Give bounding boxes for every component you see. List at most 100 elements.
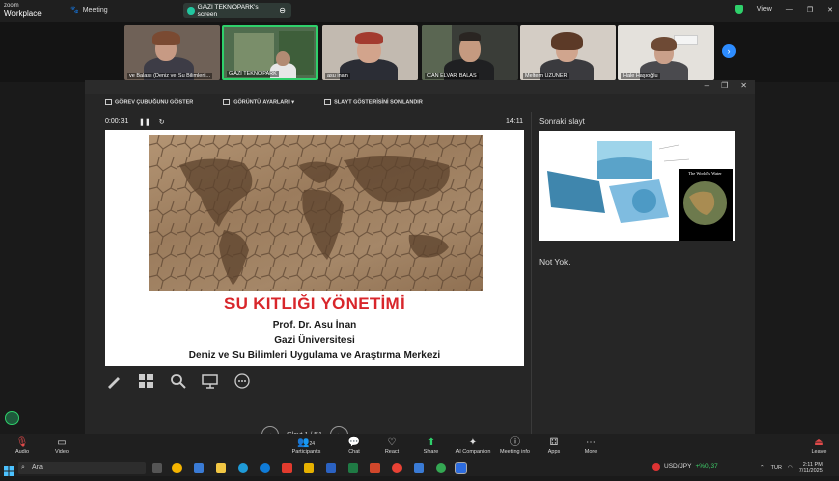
file-explorer-icon[interactable]: [216, 463, 226, 473]
leave-button[interactable]: ⏏ Leave: [807, 436, 831, 455]
screen-share-tab[interactable]: GAZI TEKNOPARK's screen ⊖: [183, 3, 291, 18]
pointer-icon[interactable]: [201, 372, 219, 390]
copilot-icon[interactable]: [172, 463, 182, 473]
timer-controls: ❚❚ ↻: [139, 118, 165, 126]
cracked-earth-map-image: [149, 135, 483, 291]
paw-icon: 🐾: [70, 7, 79, 14]
task-view-icon[interactable]: [152, 463, 162, 473]
meeting-info-button[interactable]: ⓘ Meeting info: [493, 436, 537, 455]
lang-indicator[interactable]: TUR: [771, 465, 782, 471]
store-icon[interactable]: [194, 463, 204, 473]
participants-button[interactable]: 👥24 Participants: [284, 436, 328, 455]
display-icon: [223, 98, 231, 105]
pen-icon[interactable]: [105, 372, 123, 390]
next-page-button[interactable]: ›: [722, 44, 736, 58]
participant-tile[interactable]: Hale Haşıoğlu: [618, 25, 714, 80]
close-icon[interactable]: ✕: [740, 81, 747, 90]
react-button[interactable]: ♡ React: [370, 436, 414, 455]
zoom-logo: zoom Workplace: [4, 3, 42, 18]
end-slideshow-button[interactable]: SLAYT GÖSTERİSİNİ SONLANDIR: [324, 98, 423, 105]
browser-icon[interactable]: [260, 463, 270, 473]
participant-tile-active[interactable]: GAZI TEKNOPARK: [222, 25, 318, 80]
system-clock[interactable]: 2:11 PM 7/11/2025: [799, 462, 823, 474]
slide-center: Deniz ve Su Bilimleri Uygulama ve Araştı…: [188, 350, 441, 361]
wifi-icon[interactable]: ◠: [788, 465, 793, 471]
participant-tile[interactable]: CAN ELVAR BALAS: [422, 25, 518, 80]
participant-tile[interactable]: ve Balası (Deniz ve Su Bilimleri...: [124, 25, 220, 80]
search-icon: ⌕: [21, 464, 25, 471]
participant-tile[interactable]: Meltem UZUNER: [520, 25, 616, 80]
current-slide: SU KITLIĞI YÖNETİMİ Prof. Dr. Asu İnan G…: [105, 130, 524, 366]
meeting-tab[interactable]: 🐾 Meeting: [70, 6, 108, 15]
slide-tools: [105, 372, 251, 390]
slideshow-icon: [324, 98, 332, 105]
slide-author: Prof. Dr. Asu İnan: [272, 320, 357, 331]
taskbar-search[interactable]: ⌕ Ara: [18, 462, 146, 474]
more-options-icon[interactable]: [233, 372, 251, 390]
chevron-up-icon[interactable]: ⌃: [760, 465, 765, 471]
leave-icon: ⏏: [814, 437, 824, 448]
people-icon: 👥24: [296, 437, 315, 448]
globe-caption: The World's Water: [688, 171, 722, 176]
window-controls: View — ❐ ✕: [734, 5, 833, 14]
participant-name: ve Balası (Deniz ve Su Bilimleri...: [127, 73, 212, 79]
folder-icon[interactable]: [304, 463, 314, 473]
presenter-title-bar: – ❐ ✕: [85, 80, 755, 94]
elapsed-timer: 0:00:31: [105, 118, 129, 125]
camera-icon: ▭: [57, 437, 67, 448]
minimize-icon[interactable]: –: [705, 81, 709, 90]
zoom-top-bar: zoom Workplace 🐾 Meeting GAZI TEKNOPARK'…: [0, 0, 839, 22]
display-settings-button[interactable]: GÖRÜNTÜ AYARLARI ▾: [223, 98, 294, 105]
all-slides-icon[interactable]: [137, 372, 155, 390]
restart-icon[interactable]: ↻: [159, 118, 165, 126]
zoom-meeting-toolbar: 🎙 Audio ▭ Video 👥24 Participants 💬 Chat ♡ Rea…: [0, 434, 839, 460]
maximize-icon[interactable]: ❐: [807, 6, 813, 14]
zoom-magnifier-icon[interactable]: [169, 372, 187, 390]
next-slide-label: Sonraki slayt: [539, 117, 585, 126]
audio-button[interactable]: 🎙 Audio: [0, 436, 44, 455]
close-icon[interactable]: ✕: [827, 6, 833, 14]
video-button[interactable]: ▭ Video: [40, 436, 84, 455]
share-button[interactable]: ⬆ Share: [409, 436, 453, 455]
info-icon: ⓘ: [510, 437, 520, 448]
participant-name: CAN ELVAR BALAS: [425, 73, 479, 79]
more-button[interactable]: ⋯ More: [569, 436, 613, 455]
presenter-toolbar: GÖREV ÇUBUĞUNU GÖSTER GÖRÜNTÜ AYARLARI ▾…: [85, 94, 755, 110]
chrome-icon[interactable]: [392, 463, 402, 473]
participant-name: GAZI TEKNOPARK: [227, 71, 279, 77]
show-taskbar-button[interactable]: GÖREV ÇUBUĞUNU GÖSTER: [105, 98, 193, 105]
next-slide-thumbnail[interactable]: The World's Water: [539, 131, 735, 241]
participant-name: Hale Haşıoğlu: [621, 73, 660, 79]
sparkle-icon: ✦: [468, 437, 478, 448]
windows-start-icon[interactable]: [4, 463, 14, 476]
view-button[interactable]: View: [757, 6, 772, 13]
word-icon[interactable]: [326, 463, 336, 473]
edge-icon[interactable]: [238, 463, 248, 473]
shield-icon: [734, 5, 743, 14]
share-icon: ⬆: [426, 437, 436, 448]
mic-off-icon: 🎙: [15, 437, 29, 448]
current-time: 14:11: [506, 118, 523, 125]
taskbar-icon: [105, 98, 112, 105]
ai-companion-button[interactable]: ✦ AI Companion: [451, 436, 495, 455]
pause-icon[interactable]: ❚❚: [139, 118, 151, 126]
excel-icon[interactable]: [348, 463, 358, 473]
restore-icon[interactable]: ❐: [721, 81, 728, 90]
chrome-alt-icon[interactable]: [436, 463, 446, 473]
share-indicator-icon: [187, 6, 195, 15]
flag-icon: [652, 463, 660, 471]
options-icon[interactable]: ⊖: [279, 6, 286, 15]
stock-ticker[interactable]: USD/JPY +%0,37: [652, 463, 718, 471]
slide-university: Gazi Üniversitesi: [274, 335, 355, 346]
windows-taskbar: ⌕ Ara USD/JPY +%0,37 ⌃ TUR ◠ 2:11 PM 7/1…: [0, 460, 839, 476]
filezilla-icon[interactable]: [282, 463, 292, 473]
participant-tile[interactable]: asu inan: [322, 25, 418, 80]
heart-icon: ♡: [387, 437, 397, 448]
more-icon: ⋯: [586, 437, 596, 448]
zoom-taskbar-icon[interactable]: [455, 462, 467, 474]
app-icon[interactable]: [414, 463, 424, 473]
annotate-icon[interactable]: [5, 411, 19, 425]
slide-title: SU KITLIĞI YÖNETİMİ: [223, 294, 406, 313]
powerpoint-icon[interactable]: [370, 463, 380, 473]
minimize-icon[interactable]: —: [786, 6, 793, 13]
